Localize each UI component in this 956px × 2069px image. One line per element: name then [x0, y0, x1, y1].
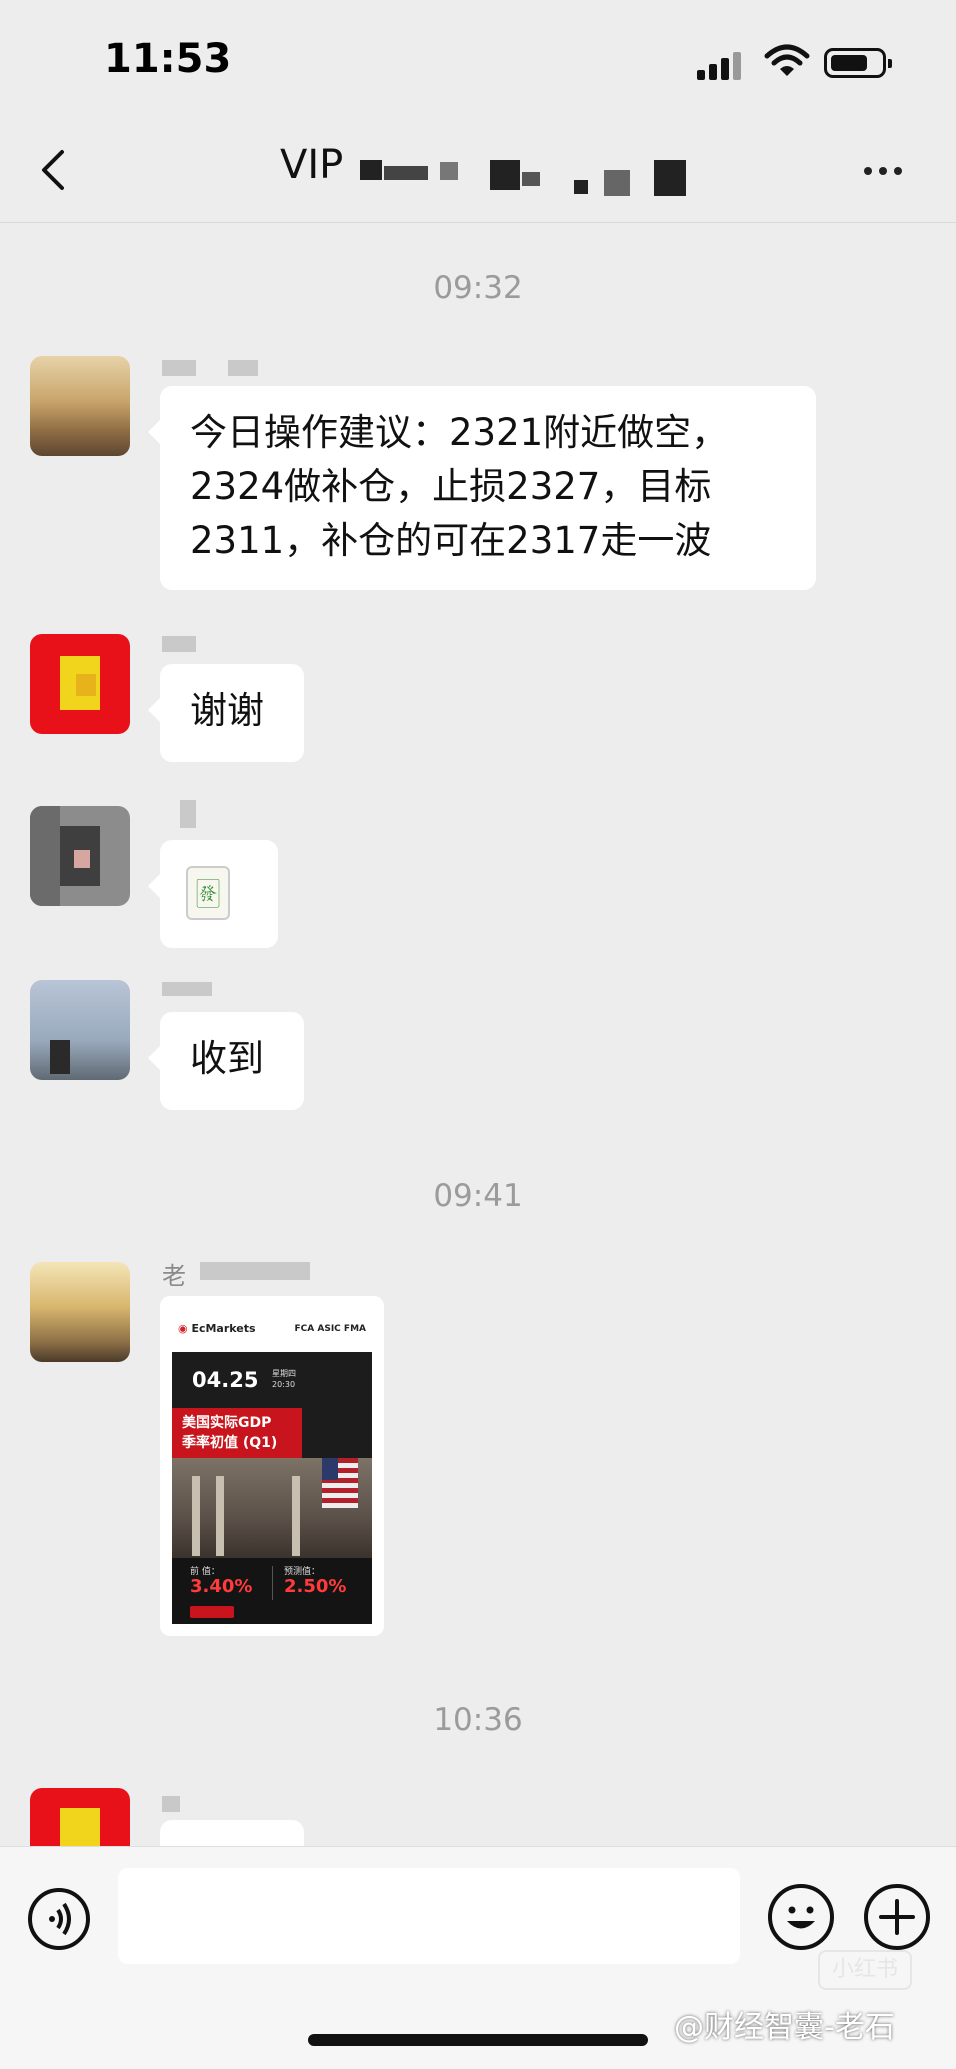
sender-name: [162, 360, 196, 376]
timestamp: 10:36: [433, 1702, 523, 1738]
plus-icon[interactable]: [864, 1884, 930, 1950]
poster-divider: [272, 1566, 273, 1600]
message-bubble[interactable]: 🀅: [148, 840, 278, 948]
poster-brand: ◉ EcMarkets: [178, 1322, 256, 1335]
xiaohongshu-logo: 小红书: [818, 1950, 912, 1990]
redacted-title: [360, 160, 382, 180]
message-line: 2311，补仓的可在2317走一波: [190, 519, 712, 562]
sender-name: [162, 982, 212, 996]
avatar[interactable]: [30, 1262, 130, 1362]
timestamp: 09:41: [433, 1178, 523, 1214]
watermark-text: @财经智囊-老石: [674, 2010, 895, 2045]
sender-name: [162, 1796, 180, 1812]
mahjong-emoji: 🀅: [186, 866, 230, 920]
avatar[interactable]: [30, 356, 130, 456]
poster-date: 04.25: [192, 1368, 259, 1392]
sender-name: [180, 800, 196, 828]
message-line: 今日操作建议：2321附近做空，: [190, 411, 729, 454]
poster-time: 20:30: [272, 1380, 296, 1389]
poster-weekday: 星期四: [272, 1369, 296, 1378]
us-flag: [322, 1458, 358, 1508]
gdp-poster: ◉ EcMarkets FCA ASIC FMA 04.25 星期四 20:30…: [172, 1308, 372, 1624]
chevron-left-icon[interactable]: [38, 148, 68, 192]
navigation-bar: [0, 110, 956, 223]
sender-name-text: 老: [162, 1262, 186, 1290]
message-bubble[interactable]: [160, 1820, 304, 1848]
redacted-title: [522, 172, 540, 186]
redacted-title: [574, 180, 588, 194]
status-time: 11:53: [104, 36, 232, 82]
poster-regulators: FCA ASIC FMA: [294, 1324, 366, 1334]
cellular-signal-icon: [697, 50, 743, 80]
redacted-title: [604, 170, 630, 196]
poster-column: [292, 1476, 300, 1556]
forecast-value: 2.50%: [284, 1576, 347, 1597]
message-bubble[interactable]: 收到: [148, 1012, 304, 1110]
poster-title-line2: 季率初值 (Q1): [182, 1435, 278, 1451]
poster-column: [216, 1476, 224, 1556]
message-input[interactable]: [118, 1868, 740, 1964]
message-text: 收到: [190, 1037, 264, 1080]
chat-title-text: VIP: [280, 142, 344, 188]
message-line: 2324做补仓，止损2327，目标: [190, 465, 712, 508]
poster-column: [192, 1476, 200, 1556]
battery-icon: [824, 48, 892, 78]
chat-title: VIP: [280, 142, 343, 188]
avatar[interactable]: [30, 1788, 130, 1848]
prev-value: 3.40%: [190, 1576, 253, 1597]
message-text: 谢谢: [190, 689, 264, 732]
more-icon[interactable]: [864, 160, 909, 179]
message-bubble[interactable]: 今日操作建议：2321附近做空， 2324做补仓，止损2327，目标 2311，…: [148, 386, 816, 590]
sender-name: [228, 360, 258, 376]
poster-button: [190, 1606, 234, 1618]
avatar[interactable]: [30, 980, 130, 1080]
home-indicator[interactable]: [308, 2034, 648, 2046]
message-bubble[interactable]: 谢谢: [148, 664, 304, 762]
emoji-icon[interactable]: [768, 1884, 834, 1950]
sender-name: [200, 1262, 310, 1280]
avatar[interactable]: [30, 806, 130, 906]
avatar[interactable]: [30, 634, 130, 734]
sender-name: 老: [162, 1256, 186, 1291]
image-message[interactable]: ◉ EcMarkets FCA ASIC FMA 04.25 星期四 20:30…: [160, 1296, 384, 1636]
redacted-title: [490, 160, 520, 190]
voice-icon[interactable]: [28, 1888, 90, 1950]
poster-brand-text: EcMarkets: [191, 1322, 256, 1335]
redacted-title: [440, 162, 458, 180]
redacted-title: [384, 166, 428, 180]
redacted-title: [654, 160, 686, 196]
sender-name: [162, 636, 196, 652]
timestamp: 09:32: [433, 270, 523, 306]
wifi-icon: [764, 44, 810, 80]
poster-title-line1: 美国实际GDP: [182, 1415, 272, 1431]
